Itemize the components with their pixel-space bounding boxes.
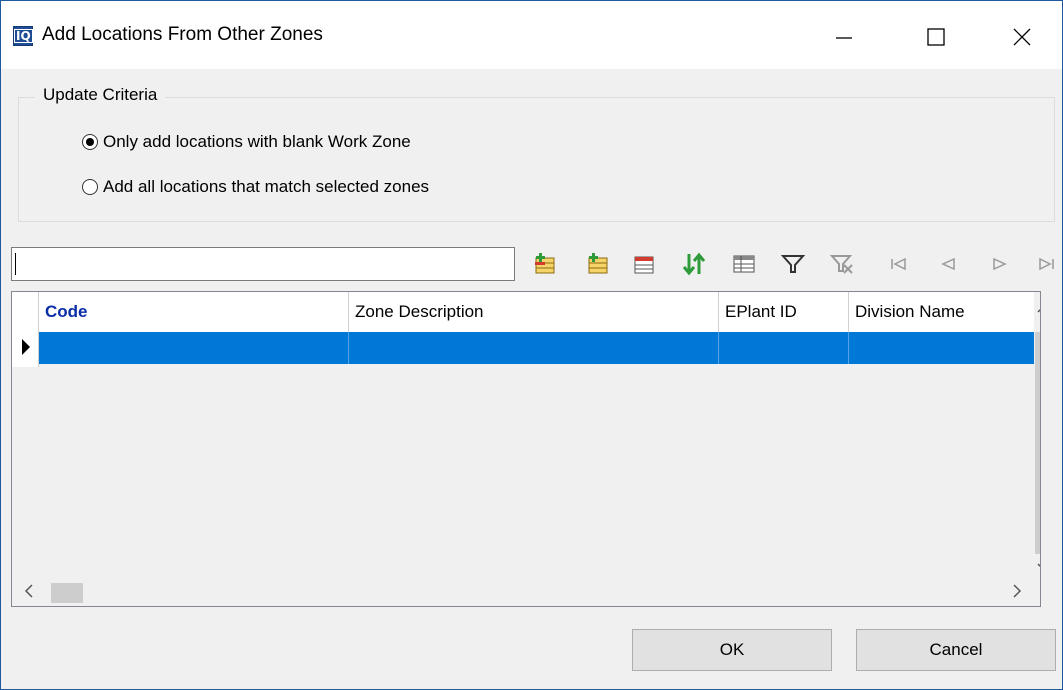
scroll-down-icon[interactable] bbox=[1037, 562, 1041, 572]
sort-button[interactable] bbox=[681, 251, 707, 277]
app-icon: IQ bbox=[13, 26, 33, 46]
radio-button[interactable] bbox=[82, 179, 98, 195]
maximize-button[interactable] bbox=[913, 15, 959, 59]
text-caret bbox=[15, 253, 16, 275]
update-criteria-group bbox=[18, 97, 1055, 222]
window-title: Add Locations From Other Zones bbox=[42, 24, 323, 45]
maximize-icon bbox=[927, 28, 945, 46]
radio-label: Add all locations that match selected zo… bbox=[103, 177, 430, 196]
delete-record-icon bbox=[634, 256, 654, 274]
cell-zone-description[interactable] bbox=[349, 332, 719, 364]
radio-all-matching-zones[interactable]: Add all locations that match selected zo… bbox=[82, 177, 429, 197]
zones-grid[interactable]: Code Zone Description EPlant ID Division… bbox=[11, 291, 1041, 607]
cell-division-name[interactable] bbox=[849, 332, 1034, 364]
prior-record-button[interactable] bbox=[935, 251, 961, 277]
radio-button-selected[interactable] bbox=[82, 134, 98, 150]
row-indicator-column bbox=[12, 292, 39, 367]
insert-record-icon bbox=[535, 253, 555, 274]
append-record-icon bbox=[588, 253, 608, 274]
first-record-button[interactable] bbox=[886, 251, 912, 277]
close-button[interactable] bbox=[999, 15, 1045, 59]
cell-eplant-id[interactable] bbox=[719, 332, 849, 364]
insert-record-button[interactable] bbox=[533, 251, 559, 277]
horizontal-scroll-thumb[interactable] bbox=[51, 583, 83, 603]
radio-label: Only add locations with blank Work Zone bbox=[103, 132, 411, 151]
search-input[interactable] bbox=[11, 247, 515, 281]
last-record-icon bbox=[1039, 257, 1054, 271]
column-header-division-name[interactable]: Division Name bbox=[849, 292, 1034, 332]
dialog-window: IQ Add Locations From Other Zones Update… bbox=[0, 0, 1063, 690]
minimize-button[interactable] bbox=[821, 15, 867, 59]
next-record-icon bbox=[993, 257, 1007, 271]
grid-view-button[interactable] bbox=[731, 251, 757, 277]
ok-button[interactable]: OK bbox=[632, 629, 832, 671]
update-criteria-legend: Update Criteria bbox=[35, 85, 166, 105]
clear-filter-button[interactable] bbox=[829, 251, 855, 277]
sort-icon bbox=[682, 252, 706, 276]
first-record-icon bbox=[891, 257, 906, 271]
grid-view-icon bbox=[733, 255, 755, 273]
filter-icon bbox=[780, 255, 806, 273]
prior-record-icon bbox=[941, 257, 955, 271]
vertical-scroll-thumb[interactable] bbox=[1035, 332, 1040, 554]
append-record-button[interactable] bbox=[586, 251, 612, 277]
scroll-right-icon[interactable] bbox=[1012, 584, 1022, 598]
column-header-code[interactable]: Code bbox=[39, 292, 349, 332]
filter-button[interactable] bbox=[780, 251, 806, 277]
app-icon-text: IQ bbox=[14, 29, 33, 43]
minimize-icon bbox=[836, 37, 852, 39]
last-record-button[interactable] bbox=[1035, 251, 1061, 277]
horizontal-scrollbar[interactable] bbox=[12, 574, 1040, 606]
next-record-button[interactable] bbox=[987, 251, 1013, 277]
table-row[interactable] bbox=[39, 332, 1034, 364]
grid-header: Code Zone Description EPlant ID Division… bbox=[12, 292, 1034, 333]
vertical-scrollbar[interactable] bbox=[1034, 292, 1041, 574]
column-header-zone-description[interactable]: Zone Description bbox=[349, 292, 719, 332]
scroll-left-icon[interactable] bbox=[24, 584, 34, 598]
radio-blank-work-zone[interactable]: Only add locations with blank Work Zone bbox=[82, 132, 411, 152]
cancel-button[interactable]: Cancel bbox=[856, 629, 1056, 671]
column-header-eplant-id[interactable]: EPlant ID bbox=[719, 292, 849, 332]
clear-filter-icon bbox=[829, 255, 853, 274]
delete-record-button[interactable] bbox=[632, 251, 658, 277]
title-bar[interactable]: IQ Add Locations From Other Zones bbox=[1, 1, 1062, 69]
close-icon bbox=[1013, 28, 1031, 46]
cell-code[interactable] bbox=[39, 332, 349, 364]
scroll-up-icon[interactable] bbox=[1037, 304, 1041, 314]
current-row-indicator-icon bbox=[22, 339, 30, 355]
